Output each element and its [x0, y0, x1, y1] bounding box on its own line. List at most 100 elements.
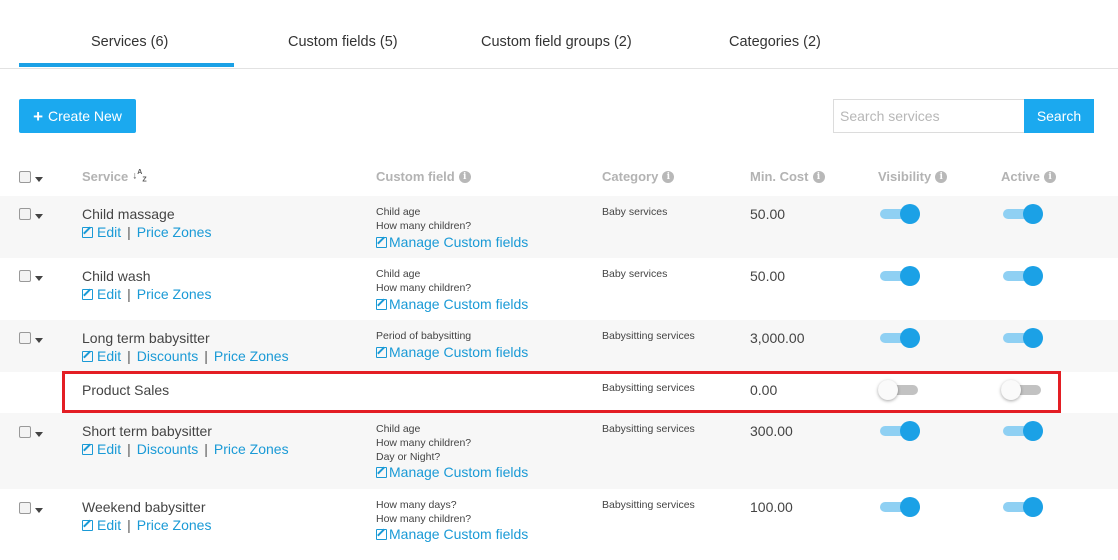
min-cost-value: 50.00	[750, 206, 786, 222]
price-zones-link[interactable]: Price Zones	[214, 348, 289, 364]
active-toggle[interactable]	[1003, 327, 1045, 349]
row-actions-caret-icon[interactable]	[35, 508, 43, 513]
row-checkbox[interactable]	[19, 270, 31, 282]
manage-custom-fields-link[interactable]: Manage Custom fields	[376, 344, 528, 360]
category-value: Babysitting services	[602, 423, 695, 435]
edit-icon	[82, 350, 93, 362]
toggle-knob	[900, 497, 920, 517]
row-actions-caret-icon[interactable]	[35, 276, 43, 281]
tab-services[interactable]: Services (6)	[91, 34, 168, 50]
link-separator: |	[127, 224, 131, 240]
info-icon[interactable]: i	[662, 170, 675, 183]
active-toggle[interactable]	[1003, 496, 1045, 518]
edit-link[interactable]: Edit	[82, 517, 121, 533]
table-row: Short term babysitter Edit | Discounts |…	[0, 413, 1118, 489]
visibility-toggle[interactable]	[880, 420, 922, 442]
row-checkbox[interactable]	[19, 502, 31, 514]
visibility-toggle[interactable]	[878, 379, 920, 401]
discounts-link[interactable]: Discounts	[137, 348, 198, 364]
edit-link[interactable]: Edit	[82, 286, 121, 302]
column-header-category: Category i	[602, 169, 675, 184]
custom-field-list: Period of babysitting	[376, 329, 471, 343]
table-row: Long term babysitter Edit | Discounts | …	[0, 320, 1118, 372]
toggle-knob	[1023, 497, 1043, 517]
row-actions-caret-icon[interactable]	[35, 214, 43, 219]
row-actions-caret-icon[interactable]	[35, 338, 43, 343]
manage-custom-fields-link[interactable]: Manage Custom fields	[376, 296, 528, 312]
custom-field-item: Day or Night?	[376, 451, 441, 463]
manage-custom-fields-link[interactable]: Manage Custom fields	[376, 526, 528, 542]
service-name: Product Sales	[82, 382, 170, 398]
toggle-knob	[1023, 266, 1043, 286]
category-value: Babysitting services	[602, 330, 695, 342]
tab-categories[interactable]: Categories (2)	[729, 34, 821, 50]
column-header-service[interactable]: Service ↓AZ	[82, 169, 147, 184]
row-actions-caret-icon[interactable]	[35, 432, 43, 437]
custom-field-item: How many days?	[376, 499, 457, 511]
price-zones-link[interactable]: Price Zones	[137, 224, 212, 240]
toggle-knob	[1023, 328, 1043, 348]
custom-field-item: Child age	[376, 423, 421, 435]
create-new-button[interactable]: + Create New	[19, 99, 136, 133]
edit-link[interactable]: Edit	[82, 441, 121, 457]
sort-ascending-icon[interactable]: ↓AZ	[132, 169, 146, 183]
category-value: Baby services	[602, 206, 668, 218]
custom-field-item: How many children?	[376, 220, 472, 232]
edit-link[interactable]: Edit	[82, 224, 121, 240]
tab-custom-field-groups[interactable]: Custom field groups (2)	[481, 34, 632, 50]
custom-field-item: How many children?	[376, 282, 472, 294]
min-cost-value: 50.00	[750, 268, 786, 284]
visibility-toggle[interactable]	[880, 496, 922, 518]
visibility-toggle[interactable]	[880, 203, 922, 225]
category-value: Babysitting services	[602, 499, 695, 511]
link-separator: |	[204, 441, 208, 457]
row-links: Edit | Price Zones	[82, 517, 211, 533]
edit-icon	[376, 298, 387, 310]
manage-custom-fields-link[interactable]: Manage Custom fields	[376, 234, 528, 250]
info-icon[interactable]: i	[1044, 170, 1057, 183]
tab-bar: Services (6) Custom fields (5) Custom fi…	[0, 0, 1118, 69]
active-toggle[interactable]	[1003, 265, 1045, 287]
row-checkbox[interactable]	[19, 208, 31, 220]
price-zones-link[interactable]: Price Zones	[137, 286, 212, 302]
bulk-actions-caret-icon[interactable]	[35, 177, 43, 182]
info-icon[interactable]: i	[935, 170, 948, 183]
visibility-toggle[interactable]	[880, 327, 922, 349]
active-toggle[interactable]	[1003, 203, 1045, 225]
link-separator: |	[127, 348, 131, 364]
custom-field-list: Child age How many children? Day or Nigh…	[376, 422, 471, 464]
toggle-knob	[878, 380, 898, 400]
active-toggle[interactable]	[1003, 420, 1045, 442]
price-zones-link[interactable]: Price Zones	[214, 441, 289, 457]
active-toggle[interactable]	[1001, 379, 1043, 401]
custom-field-list: How many days? How many children?	[376, 498, 471, 526]
visibility-toggle[interactable]	[880, 265, 922, 287]
info-icon[interactable]: i	[812, 170, 825, 183]
table-row: Child wash Edit | Price Zones Child age …	[0, 258, 1118, 320]
row-links: Edit | Price Zones	[82, 224, 211, 240]
link-separator: |	[127, 441, 131, 457]
row-links: Edit | Discounts | Price Zones	[82, 348, 289, 364]
service-name: Child massage	[82, 206, 175, 222]
service-name: Long term babysitter	[82, 330, 210, 346]
row-checkbox[interactable]	[19, 426, 31, 438]
select-all-checkbox[interactable]	[19, 171, 31, 183]
discounts-link[interactable]: Discounts	[137, 441, 198, 457]
search-input[interactable]	[833, 99, 1025, 133]
search-button[interactable]: Search	[1024, 99, 1094, 133]
toggle-knob	[900, 266, 920, 286]
link-separator: |	[204, 348, 208, 364]
row-links: Edit | Price Zones	[82, 286, 211, 302]
custom-field-item: Child age	[376, 206, 421, 218]
active-tab-indicator	[19, 63, 234, 67]
row-checkbox[interactable]	[19, 332, 31, 344]
info-icon[interactable]: i	[458, 170, 471, 183]
edit-link[interactable]: Edit	[82, 348, 121, 364]
table-row: Child massage Edit | Price Zones Child a…	[0, 196, 1118, 258]
manage-custom-fields-link[interactable]: Manage Custom fields	[376, 464, 528, 480]
price-zones-link[interactable]: Price Zones	[137, 517, 212, 533]
link-separator: |	[127, 286, 131, 302]
edit-icon	[82, 288, 93, 300]
tab-custom-fields[interactable]: Custom fields (5)	[288, 34, 398, 50]
link-separator: |	[127, 517, 131, 533]
